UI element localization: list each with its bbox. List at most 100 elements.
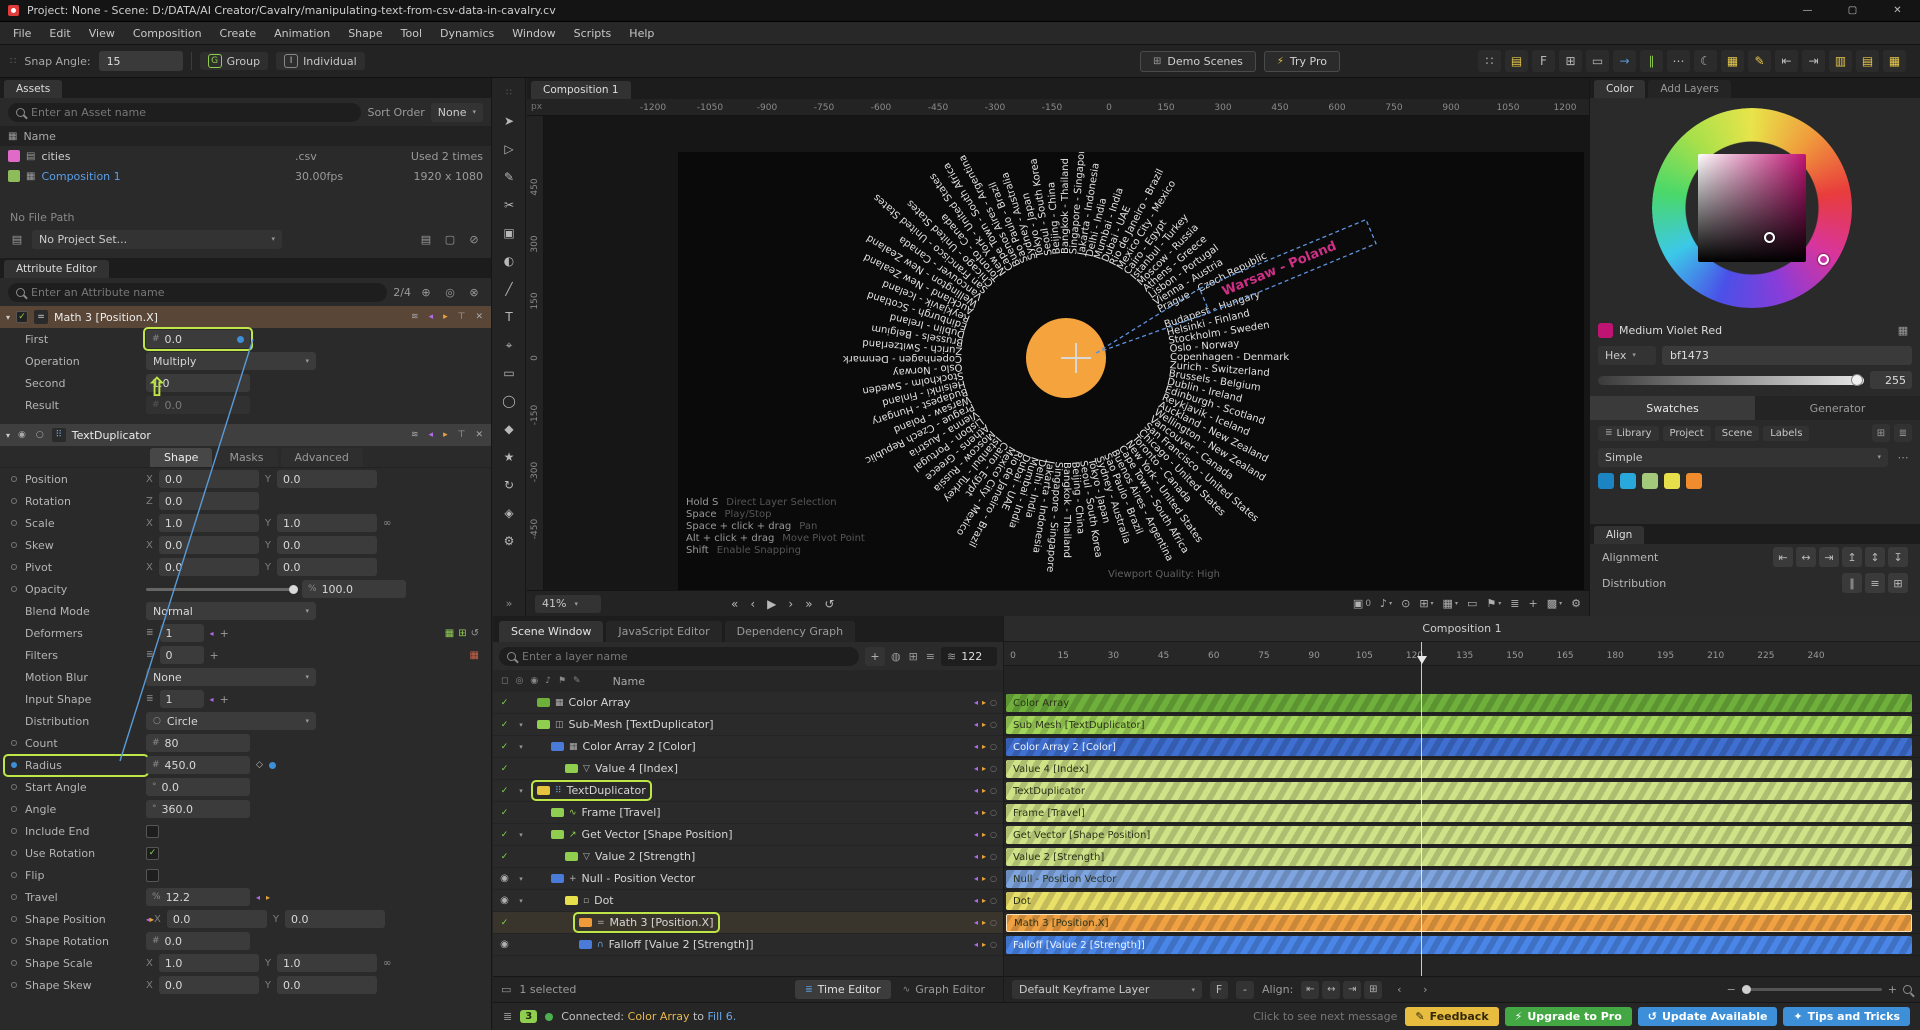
keyframe-toggle[interactable] bbox=[8, 542, 20, 548]
align-left-icon[interactable]: ⇤ bbox=[1775, 50, 1798, 72]
connect-circle[interactable]: ○ bbox=[990, 764, 997, 773]
count-field[interactable]: 0 bbox=[159, 646, 204, 664]
timeline-bar[interactable]: TextDuplicator bbox=[1006, 782, 1912, 800]
align-top-icon[interactable]: ↥ bbox=[1842, 547, 1862, 567]
layer-color-chip[interactable] bbox=[551, 742, 564, 751]
connect-circle[interactable]: ○ bbox=[990, 852, 997, 861]
prev-key-icon[interactable]: ◂ bbox=[974, 720, 978, 729]
hex-input[interactable] bbox=[1662, 345, 1912, 365]
timeline-zoom-slider[interactable] bbox=[1741, 985, 1882, 994]
flag-icon[interactable]: ⚑ ▾ bbox=[1486, 597, 1501, 610]
current-color-swatch[interactable] bbox=[1598, 322, 1613, 338]
menu-tool[interactable]: Tool bbox=[392, 23, 431, 44]
add-layer-button[interactable]: + bbox=[864, 646, 885, 666]
connect-circle[interactable]: ○ bbox=[990, 720, 997, 729]
polygon-tool-icon[interactable]: ◆ bbox=[497, 418, 521, 440]
connect-circle[interactable]: ○ bbox=[990, 786, 997, 795]
tab-dependency-graph[interactable]: Dependency Graph bbox=[724, 621, 856, 642]
trash-icon[interactable]: ⊘ bbox=[465, 230, 483, 248]
value-field[interactable]: ° 360.0 bbox=[146, 800, 250, 818]
align-left-icon[interactable]: ⇤ bbox=[1773, 547, 1793, 567]
alpha-slider[interactable] bbox=[1598, 373, 1864, 386]
layer-row[interactable]: ◉ ▾ ▫ Dot ◂ ▸ ○ bbox=[493, 890, 1003, 912]
attribute-search-box[interactable] bbox=[8, 282, 388, 302]
next-key-icon[interactable]: ▸ bbox=[982, 830, 986, 839]
slice-tool-icon[interactable]: ✂ bbox=[497, 194, 521, 216]
timeline-bar[interactable]: Frame [Travel] bbox=[1006, 804, 1912, 822]
value-field[interactable]: #0.0 bbox=[143, 327, 253, 351]
timeline-bar[interactable]: Null - Position Vector bbox=[1006, 870, 1912, 888]
v-ruler[interactable]: -450 -300 -150 0 150 300 450 bbox=[527, 116, 544, 590]
asset-color-chip[interactable] bbox=[8, 170, 20, 182]
timeline-bar[interactable]: Math 3 [Position.X] bbox=[1006, 914, 1912, 932]
loop-icon[interactable]: ↺ bbox=[825, 597, 835, 611]
deformer-list-icon[interactable]: ▦ bbox=[445, 628, 454, 639]
expand-caret[interactable]: ▾ bbox=[516, 787, 526, 795]
visibility-toggle[interactable]: ✓ bbox=[497, 764, 512, 774]
layer-color-chip[interactable] bbox=[565, 764, 578, 773]
render-settings-icon[interactable]: ⚙ bbox=[1571, 597, 1581, 610]
next-key-icon[interactable]: ▸ bbox=[982, 742, 986, 751]
target-tool-icon[interactable]: ⌖ bbox=[497, 334, 521, 356]
tab-composition-1[interactable]: Composition 1 bbox=[531, 81, 631, 99]
value-field[interactable]: 1.0 bbox=[158, 514, 259, 532]
timeline-bar[interactable]: Value 2 [Strength] bbox=[1006, 848, 1912, 866]
tab-attribute-editor[interactable]: Attribute Editor bbox=[4, 260, 109, 278]
keyframe-toggle[interactable] bbox=[8, 960, 20, 966]
connect-circle[interactable]: ○ bbox=[990, 896, 997, 905]
keyframe-toggle[interactable] bbox=[8, 564, 20, 570]
link-icon[interactable]: ∞ bbox=[383, 518, 391, 529]
group-mode-button[interactable]: G Group bbox=[199, 52, 269, 70]
add-null-icon[interactable]: ⊞ bbox=[909, 650, 918, 663]
filter-box-icon[interactable]: ▦ bbox=[470, 650, 479, 661]
align-right-icon[interactable]: ⇥ bbox=[1802, 50, 1825, 72]
prev-key-icon[interactable]: ◂ bbox=[210, 629, 214, 638]
sliders-icon[interactable]: ≋ bbox=[409, 312, 421, 322]
timeline-bar[interactable]: Color Array bbox=[1006, 694, 1912, 712]
snap-grid-icon[interactable]: ⊞ bbox=[1559, 50, 1582, 72]
next-node-icon[interactable]: ▸ bbox=[441, 312, 450, 322]
layers-icon[interactable]: ≣ bbox=[1510, 597, 1519, 610]
connect-circle[interactable]: ○ bbox=[990, 808, 997, 817]
value-field[interactable]: 0.0 bbox=[158, 470, 259, 488]
color-swatch[interactable] bbox=[1664, 473, 1680, 489]
asset-row[interactable]: ▤ cities .csv Used 2 times bbox=[0, 146, 491, 166]
visibility-toggle[interactable]: ✓ bbox=[497, 852, 512, 862]
close-button[interactable]: ✕ bbox=[1875, 0, 1920, 22]
value-field[interactable]: 1.0 bbox=[158, 954, 259, 972]
keyframe-toggle[interactable] bbox=[8, 520, 20, 526]
checkbox[interactable]: ✓ bbox=[146, 846, 159, 860]
visibility-toggle[interactable]: ◉ bbox=[497, 895, 512, 906]
keyframe-layer-select[interactable]: Default Keyframe Layer ▾ bbox=[1012, 980, 1202, 999]
layer-color-chip[interactable] bbox=[537, 720, 550, 729]
value-field[interactable]: #0.0 bbox=[146, 932, 250, 950]
moon-icon[interactable]: ☾ bbox=[1694, 50, 1717, 72]
asset-search-box[interactable] bbox=[8, 102, 362, 122]
tab-scene-window[interactable]: Scene Window bbox=[499, 621, 604, 642]
refresh-icon[interactable]: ↺ bbox=[471, 628, 479, 639]
prev-key-icon[interactable]: ◂ bbox=[974, 918, 978, 927]
visibility-toggle[interactable]: ✓ bbox=[497, 698, 512, 708]
message-count-badge[interactable]: 3 bbox=[520, 1010, 538, 1023]
close-section-icon[interactable]: ✕ bbox=[473, 430, 485, 440]
value-field[interactable]: 0.0 bbox=[276, 558, 377, 576]
tab-javascript-editor[interactable]: JavaScript Editor bbox=[606, 621, 722, 642]
value-field[interactable]: % 100.0 bbox=[302, 580, 406, 598]
connect-circle[interactable]: ○ bbox=[990, 830, 997, 839]
prev-node-icon[interactable]: ◂ bbox=[427, 312, 436, 322]
prev-key-icon[interactable]: ◂ bbox=[974, 896, 978, 905]
value-field[interactable]: 0.0 bbox=[276, 536, 377, 554]
next-message-hint[interactable]: Click to see next message bbox=[1253, 1010, 1397, 1023]
snap-angle-input[interactable] bbox=[98, 51, 183, 71]
connect-circle[interactable]: ○ bbox=[990, 940, 997, 949]
value-field[interactable]: ° 0.0 bbox=[146, 778, 250, 796]
value-field[interactable]: 0.0 bbox=[276, 976, 377, 994]
prev-node-icon[interactable]: ◂ bbox=[427, 430, 436, 440]
tab-advanced[interactable]: Advanced bbox=[280, 448, 363, 467]
eyedropper-icon[interactable]: ▦ bbox=[1894, 321, 1912, 339]
layer-color-chip[interactable] bbox=[565, 896, 578, 905]
tl-align-center-icon[interactable]: ↔ bbox=[1322, 980, 1341, 999]
rows-icon[interactable]: ▤ bbox=[1856, 50, 1879, 72]
solo-icon[interactable]: ◍ bbox=[891, 650, 901, 663]
align-bottom-icon[interactable]: ↧ bbox=[1888, 547, 1908, 567]
